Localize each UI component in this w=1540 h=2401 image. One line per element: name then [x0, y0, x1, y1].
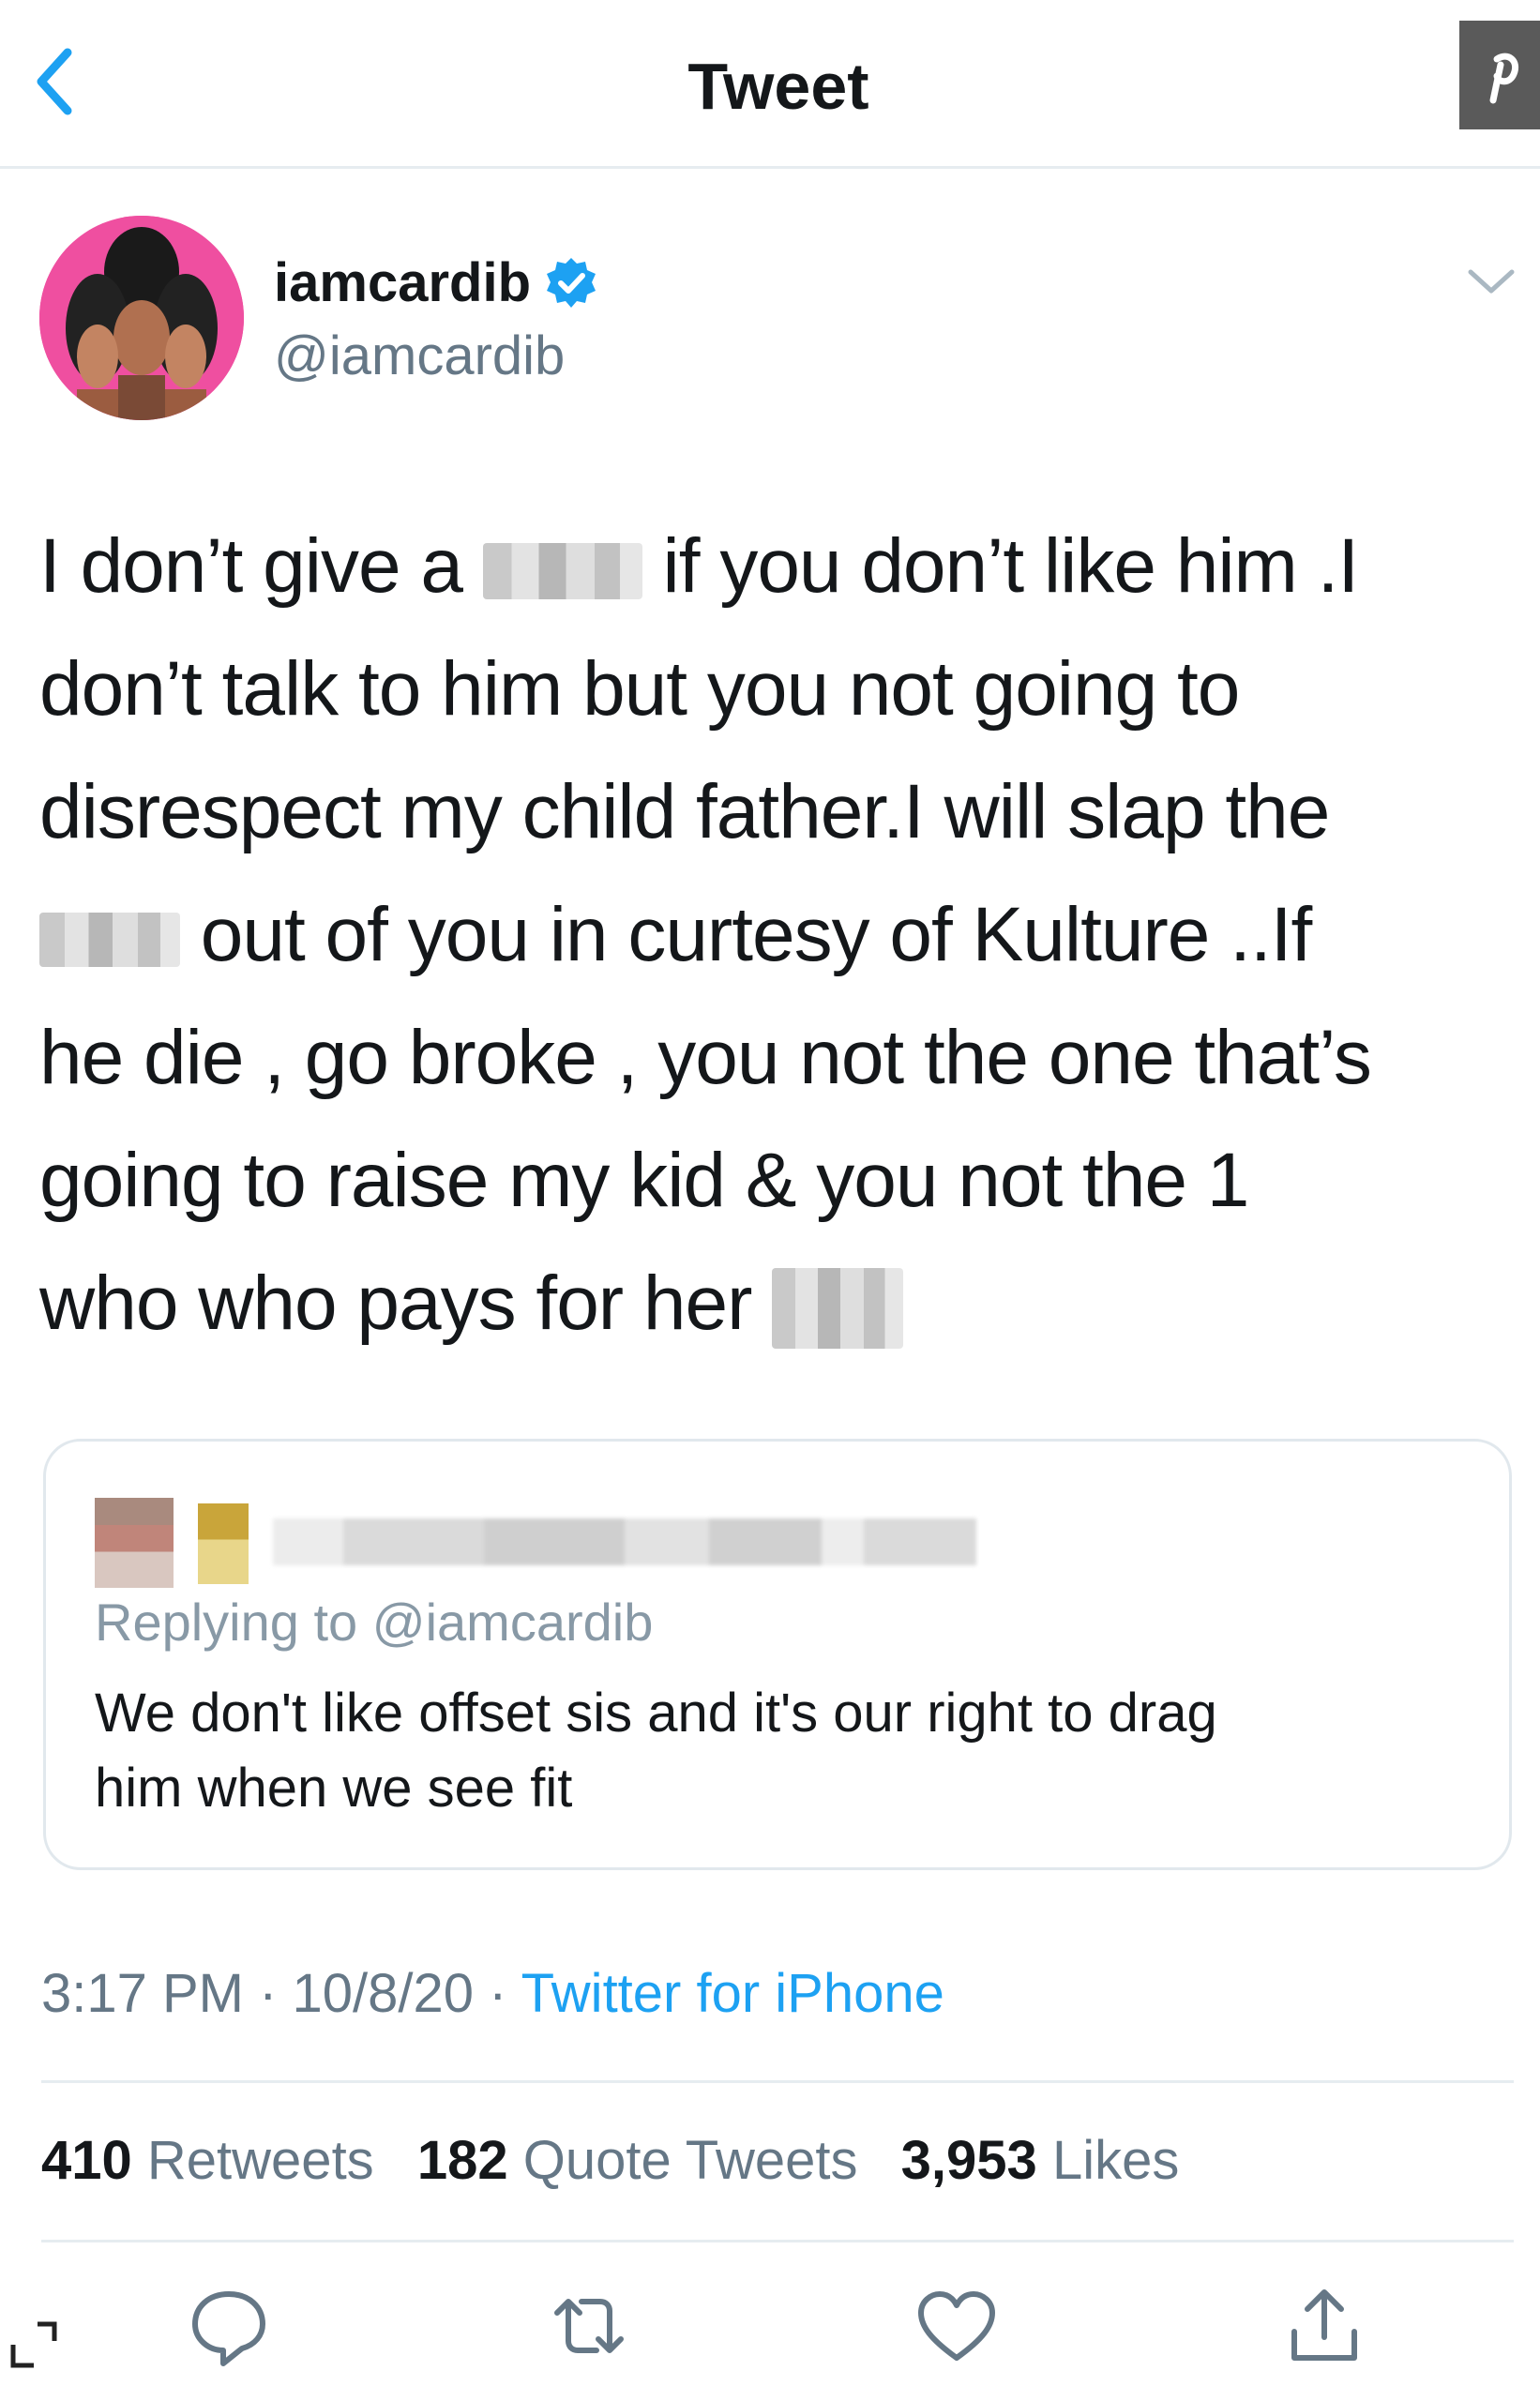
replying-to-mention[interactable]: @iamcardib	[372, 1593, 654, 1652]
likes-count: 3,953	[900, 2130, 1037, 2191]
quoted-tweet-text: We don't like offset sis and it's our ri…	[95, 1676, 1445, 1826]
quoted-tweet-card[interactable]: Replying to @iamcardib We don't like off…	[43, 1439, 1512, 1870]
tweet-text: I don’t give a if you don’t like him .I …	[39, 505, 1512, 1365]
divider	[41, 2240, 1514, 2242]
quoted-author-emoji	[198, 1503, 249, 1584]
quote-tweets-count: 182	[416, 2130, 508, 2191]
retweets-count: 410	[41, 2130, 132, 2191]
heart-icon[interactable]	[912, 2281, 1002, 2371]
tweet-text-segment: out of you in curtesy of Kulture ..If	[180, 892, 1313, 977]
retweets-stat[interactable]: 410 Retweets	[41, 2130, 374, 2191]
quoted-tweet-line: him when we see fit	[95, 1758, 573, 1819]
quote-tweets-label: Quote Tweets	[522, 2130, 858, 2191]
tweet-date: 10/8/20	[292, 1963, 475, 2024]
quoted-tweet-header	[95, 1481, 976, 1588]
meta-separator: ·	[474, 1963, 521, 2024]
tweet-line: out of you in curtesy of Kulture ..If	[39, 873, 1512, 996]
page-title: Tweet	[687, 50, 869, 123]
author-name[interactable]: iamcardib	[274, 251, 598, 314]
redacted-word	[772, 1268, 904, 1350]
tweet-line: going to raise my kid & you not the 1	[39, 1138, 1249, 1223]
retweet-icon[interactable]	[544, 2281, 634, 2371]
tweet-meta: 3:17 PM · 10/8/20 · Twitter for iPhone	[41, 1962, 944, 2025]
pinterest-icon[interactable]	[1459, 21, 1540, 129]
share-icon[interactable]	[1279, 2281, 1369, 2371]
tweet-source-link[interactable]: Twitter for iPhone	[521, 1963, 944, 2024]
likes-label: Likes	[1051, 2130, 1180, 2191]
tweet-line: who who pays for her	[39, 1242, 1512, 1365]
verified-badge-icon	[547, 257, 596, 308]
tweet-line: he die , go broke , you not the one that…	[39, 1015, 1372, 1100]
retweets-label: Retweets	[146, 2130, 374, 2191]
quote-tweets-stat[interactable]: 182 Quote Tweets	[417, 2130, 858, 2191]
tweet-line: disrespect my child father.I will slap t…	[39, 769, 1330, 854]
quoted-author-name-redacted	[273, 1518, 976, 1565]
quoted-tweet-line: We don't like offset sis and it's our ri…	[95, 1683, 1217, 1744]
quoted-author-avatar	[95, 1498, 174, 1588]
author-handle[interactable]: @iamcardib	[274, 325, 565, 387]
replying-to: Replying to @iamcardib	[95, 1592, 653, 1653]
tweet-line: don’t talk to him but you not going to	[39, 646, 1240, 732]
chevron-down-icon[interactable]	[1463, 263, 1519, 300]
tweet-line: I don’t give a if you don’t like him .I	[39, 505, 1512, 627]
tweet-text-segment: who who pays for her	[39, 1261, 773, 1346]
reply-icon[interactable]	[184, 2281, 274, 2371]
redacted-word	[39, 913, 180, 968]
divider	[41, 2080, 1514, 2083]
tweet-text-segment: if you don’t like him .I	[642, 523, 1360, 609]
meta-separator: ·	[244, 1963, 293, 2024]
tweet-time: 3:17 PM	[41, 1963, 244, 2024]
replying-to-prefix: Replying to	[95, 1593, 372, 1652]
likes-stat[interactable]: 3,953 Likes	[901, 2130, 1180, 2191]
avatar[interactable]	[39, 216, 244, 420]
top-navigation-bar: Tweet	[0, 0, 1540, 169]
tweet-stats: 410 Retweets 182 Quote Tweets 3,953 Like…	[41, 2129, 1207, 2192]
expand-icon[interactable]	[6, 2317, 62, 2373]
author-name-text[interactable]: iamcardib	[274, 251, 531, 314]
tweet-text-segment: I don’t give a	[39, 523, 483, 609]
redacted-word	[482, 543, 642, 600]
